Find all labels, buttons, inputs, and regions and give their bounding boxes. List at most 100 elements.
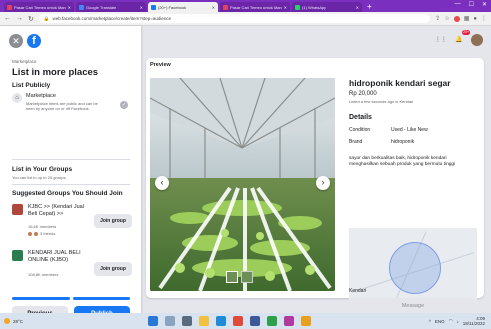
app-icon[interactable] bbox=[301, 316, 311, 326]
close-tab-icon[interactable]: ✕ bbox=[284, 5, 287, 10]
app-icon[interactable] bbox=[267, 316, 277, 326]
friend-avatar-icon bbox=[34, 231, 38, 236]
avatar[interactable] bbox=[471, 34, 483, 46]
clock[interactable]: 4:09 18/11/2022 bbox=[463, 316, 485, 326]
previous-photo-button[interactable]: ‹ bbox=[155, 176, 169, 190]
list-groups-heading: List in Your Groups bbox=[12, 166, 73, 173]
back-icon[interactable]: ← bbox=[4, 15, 11, 22]
close-tab-icon[interactable]: ✕ bbox=[212, 5, 215, 10]
detail-key: Condition bbox=[349, 127, 371, 133]
extensions: ⇪ ☆ ▦ ● ⋮ bbox=[435, 15, 487, 22]
tab-favicon-icon bbox=[223, 4, 228, 10]
browser-tab[interactable]: Google Translate ✕ bbox=[76, 2, 146, 12]
close-window-icon[interactable]: ✕ bbox=[482, 1, 487, 8]
close-tab-icon[interactable]: ✕ bbox=[140, 5, 143, 10]
browser-tab-active[interactable]: (20+) Facebook ✕ bbox=[148, 2, 218, 12]
group-friends: 3 friends bbox=[28, 231, 55, 236]
marketplace-desc: Marketplace items are public and can be … bbox=[26, 101, 98, 111]
reload-icon[interactable]: ↻ bbox=[28, 15, 34, 23]
preview-card: Preview ‹ › hidroponik kendari segar Rp … bbox=[146, 58, 484, 314]
tab-favicon-icon bbox=[7, 4, 12, 10]
listing-title: hidroponik kendari segar bbox=[349, 78, 451, 88]
menu-grid-icon[interactable]: ⋮⋮ bbox=[435, 34, 447, 46]
close-tab-icon[interactable]: ✕ bbox=[68, 5, 71, 10]
edge-icon[interactable] bbox=[216, 316, 226, 326]
suggested-groups-heading: Suggested Groups You Should Join bbox=[12, 190, 123, 197]
windows-start-icon[interactable] bbox=[148, 316, 158, 326]
page-title: List in more places bbox=[12, 67, 99, 78]
app-icon[interactable] bbox=[284, 316, 294, 326]
group-item: KJBC >> (Kendari Jual Beli Cepat) >> 16,… bbox=[12, 204, 132, 246]
lang-indicator[interactable]: ENG bbox=[435, 319, 445, 324]
system-tray: ^ ENG ◠ ♪ 4:09 18/11/2022 bbox=[429, 316, 485, 326]
forward-icon[interactable]: → bbox=[16, 15, 23, 22]
location-radius bbox=[389, 242, 441, 294]
task-view-icon[interactable] bbox=[182, 316, 192, 326]
step-progress bbox=[12, 297, 130, 300]
minimize-icon[interactable]: — bbox=[455, 1, 461, 8]
join-group-button[interactable]: Join group bbox=[94, 214, 132, 228]
message-button: Message bbox=[349, 298, 477, 314]
store-icon[interactable] bbox=[250, 316, 260, 326]
group-thumbnail bbox=[12, 204, 23, 215]
listing-time: Listed a few seconds ago in Kendari bbox=[349, 99, 414, 104]
notifications-icon[interactable]: 🔔 20+ bbox=[453, 30, 470, 46]
next-photo-button[interactable]: › bbox=[316, 176, 330, 190]
group-name[interactable]: KJBC >> (Kendari Jual Beli Cepat) >> bbox=[28, 204, 90, 218]
volume-icon[interactable]: ♪ bbox=[457, 319, 459, 324]
breadcrumb[interactable]: Marketplace bbox=[12, 59, 37, 64]
storefront-icon: ⌂ bbox=[12, 93, 22, 103]
browser-tab[interactable]: (1) WhatsApp ✕ bbox=[292, 2, 362, 12]
group-thumbnail bbox=[12, 250, 23, 261]
checkmark-icon[interactable]: ✓ bbox=[120, 101, 128, 109]
detail-value: Used - Like New bbox=[391, 127, 428, 133]
join-group-button[interactable]: Join group bbox=[94, 262, 132, 276]
marketplace-option[interactable]: ⌂ Marketplace Marketplace items are publ… bbox=[12, 93, 132, 111]
listing-info: hidroponik kendari segar Rp 20,000 Liste… bbox=[349, 78, 477, 168]
url-input[interactable]: 🔒 web.facebook.com/marketplace/create/it… bbox=[38, 14, 431, 23]
divider bbox=[12, 159, 130, 160]
tab-favicon-icon bbox=[79, 4, 84, 10]
divider bbox=[12, 184, 130, 185]
greenhouse-image bbox=[150, 78, 335, 291]
chrome-icon[interactable] bbox=[233, 316, 243, 326]
friend-avatar-icon bbox=[28, 231, 32, 236]
detail-row: Condition Used - Like New bbox=[349, 127, 477, 133]
listing-price: Rp 20,000 bbox=[349, 91, 377, 97]
folder-icon[interactable] bbox=[199, 316, 209, 326]
progress-step bbox=[72, 297, 130, 300]
detail-row: Brand hidroponik bbox=[349, 139, 477, 145]
new-tab-icon[interactable]: + bbox=[367, 2, 372, 12]
group-name[interactable]: KENDARI JUAL BELI ONLINE (KJBO) bbox=[28, 250, 90, 264]
details-heading: Details bbox=[349, 114, 372, 121]
detail-key: Brand bbox=[349, 139, 363, 145]
progress-step bbox=[12, 297, 70, 300]
close-tab-icon[interactable]: ✕ bbox=[356, 5, 359, 10]
share-icon[interactable]: ⇪ bbox=[435, 15, 440, 22]
star-icon[interactable]: ☆ bbox=[444, 15, 449, 22]
header-icons: ⋮⋮ 🔔 20+ bbox=[435, 30, 483, 46]
facebook-logo-icon[interactable]: f bbox=[27, 34, 41, 48]
photo-thumbnail[interactable] bbox=[226, 271, 238, 283]
list-groups-sub: You can list in up to 20 groups. bbox=[12, 175, 67, 180]
search-icon[interactable] bbox=[165, 316, 175, 326]
tab-favicon-icon bbox=[151, 4, 156, 10]
group-members: 16,6K members bbox=[28, 224, 57, 229]
photo-thumbnail[interactable] bbox=[241, 271, 253, 283]
chevron-up-icon[interactable]: ^ bbox=[429, 319, 431, 324]
weather-widget[interactable]: 28°C bbox=[4, 318, 23, 324]
list-publicly-heading: List Publicly bbox=[12, 82, 51, 89]
menu-dots-icon[interactable]: ⋮ bbox=[481, 15, 487, 22]
browser-tab[interactable]: Pasar Cari Temeo untuk Man ✕ bbox=[220, 2, 290, 12]
sidebar: ✕ f Marketplace List in more places List… bbox=[0, 26, 141, 322]
page: ✕ f Marketplace List in more places List… bbox=[0, 26, 491, 322]
group-item: KENDARI JUAL BELI ONLINE (KJBO) 108,8K m… bbox=[12, 250, 132, 286]
wifi-icon[interactable]: ◠ bbox=[449, 318, 453, 324]
url-text: web.facebook.com/marketplace/create/item… bbox=[52, 16, 172, 21]
extension-icon[interactable] bbox=[453, 15, 460, 22]
maximize-icon[interactable]: ☐ bbox=[469, 1, 474, 8]
browser-tab[interactable]: Pasar Cari Temeo untuk Man ✕ bbox=[4, 2, 74, 12]
profile-icon[interactable]: ● bbox=[473, 16, 477, 22]
puzzle-icon[interactable]: ▦ bbox=[464, 15, 470, 22]
close-icon[interactable]: ✕ bbox=[9, 34, 23, 48]
